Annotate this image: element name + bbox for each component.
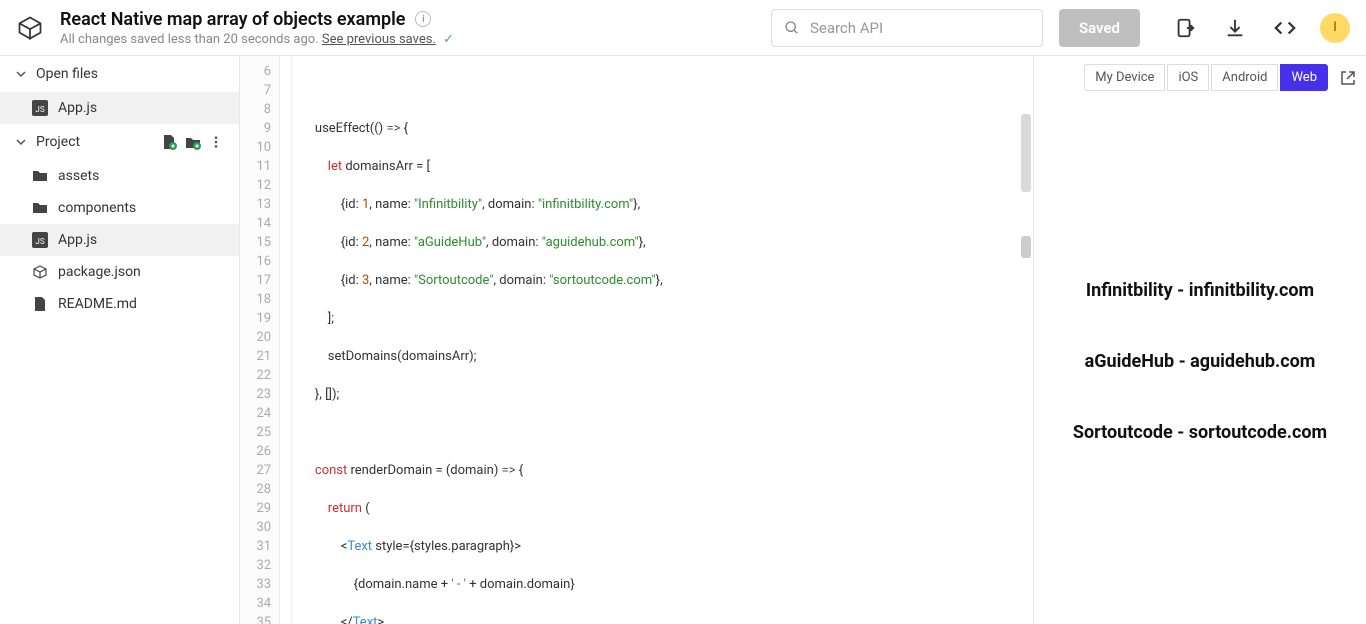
code-content[interactable]: useEffect(() => { let domainsArr = [ {id… <box>292 56 1033 624</box>
file-item-package[interactable]: package.json <box>0 256 239 288</box>
download-icon[interactable] <box>1224 17 1246 39</box>
saved-button[interactable]: Saved <box>1059 9 1140 47</box>
scrollbar-thumb[interactable] <box>1021 114 1031 192</box>
import-icon[interactable] <box>185 134 201 150</box>
previous-saves-link[interactable]: See previous saves. <box>322 32 436 47</box>
file-item-components[interactable]: components <box>0 192 239 224</box>
export-icon[interactable] <box>1174 17 1196 39</box>
folder-icon <box>32 168 48 184</box>
line-numbers: 6789101112131415161718192021222324252627… <box>240 56 280 624</box>
file-item-readme[interactable]: README.md <box>0 288 239 320</box>
snack-logo-icon <box>16 14 44 42</box>
open-files-label: Open files <box>36 66 98 82</box>
chevron-down-icon <box>16 69 26 79</box>
popout-icon[interactable] <box>1340 70 1356 86</box>
js-file-icon: JS <box>32 100 48 116</box>
search-box[interactable] <box>771 9 1043 47</box>
title-block: React Native map array of objects exampl… <box>60 9 454 47</box>
scrollbar-thumb[interactable] <box>1021 236 1031 258</box>
file-label: README.md <box>58 296 137 312</box>
open-file-item[interactable]: JS App.js <box>0 92 239 124</box>
file-icon <box>32 296 48 312</box>
js-file-icon: JS <box>32 232 48 248</box>
sidebar: Open files JS App.js Project assets comp… <box>0 56 240 624</box>
preview-line: Infinitbility - infinitbility.com <box>1086 280 1314 301</box>
svg-text:JS: JS <box>35 105 44 114</box>
save-status: All changes saved less than 20 seconds a… <box>60 32 454 47</box>
open-files-section[interactable]: Open files <box>0 56 239 92</box>
avatar[interactable]: I <box>1320 13 1350 43</box>
chevron-down-icon <box>16 137 26 147</box>
tab-ios[interactable]: iOS <box>1167 64 1209 91</box>
file-label: App.js <box>58 232 97 248</box>
header: React Native map array of objects exampl… <box>0 0 1366 56</box>
embed-icon[interactable] <box>1274 17 1296 39</box>
tab-web[interactable]: Web <box>1280 64 1328 91</box>
file-label: components <box>58 200 136 216</box>
tab-android[interactable]: Android <box>1211 64 1278 91</box>
project-section[interactable]: Project <box>0 124 239 160</box>
svg-text:JS: JS <box>35 237 44 246</box>
preview-tabs: My Device iOS Android Web <box>1034 56 1366 99</box>
file-label: assets <box>58 168 99 184</box>
preview-panel: My Device iOS Android Web Infinitbility … <box>1034 56 1366 624</box>
preview-line: Sortoutcode - sortoutcode.com <box>1073 422 1327 443</box>
info-icon[interactable]: i <box>415 11 431 27</box>
preview-body: Infinitbility - infinitbility.com aGuide… <box>1034 99 1366 624</box>
project-title[interactable]: React Native map array of objects exampl… <box>60 9 454 30</box>
file-item-assets[interactable]: assets <box>0 160 239 192</box>
package-icon <box>32 264 48 280</box>
folder-icon <box>32 200 48 216</box>
save-status-text: All changes saved less than 20 seconds a… <box>60 32 319 47</box>
file-label: package.json <box>58 264 141 280</box>
tab-my-device[interactable]: My Device <box>1084 64 1165 91</box>
search-input[interactable] <box>810 19 1030 37</box>
project-title-text: React Native map array of objects exampl… <box>60 9 405 30</box>
preview-line: aGuideHub - aguidehub.com <box>1085 351 1316 372</box>
open-file-label: App.js <box>58 100 97 116</box>
code-editor[interactable]: 6789101112131415161718192021222324252627… <box>240 56 1034 624</box>
search-icon <box>784 20 800 36</box>
project-label: Project <box>36 134 80 150</box>
more-icon[interactable] <box>209 135 223 149</box>
file-item-app-js[interactable]: JS App.js <box>0 224 239 256</box>
check-icon: ✓ <box>443 32 454 47</box>
new-file-icon[interactable] <box>161 134 177 150</box>
